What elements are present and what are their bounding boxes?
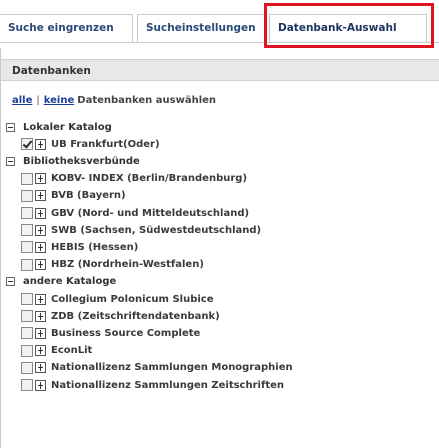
group-row: Bibliotheksverbünde xyxy=(6,153,140,169)
info-icon[interactable] xyxy=(35,310,46,322)
database-label: HEBIS (Hessen) xyxy=(51,241,139,253)
database-label: UB Frankfurt(Oder) xyxy=(51,138,160,150)
database-label: GBV (Nord- und Mitteldeutschland) xyxy=(51,207,250,219)
database-checkbox[interactable] xyxy=(21,361,33,374)
database-item: ZDB (Zeitschriftendatenbank) xyxy=(21,308,220,324)
panel-title: Datenbanken xyxy=(1,59,439,81)
separator: | xyxy=(36,95,40,106)
info-icon[interactable] xyxy=(35,345,46,357)
database-item: KOBV- INDEX (Berlin/Brandenburg) xyxy=(21,171,247,187)
database-label: Nationallizenz Sammlungen Zeitschriften xyxy=(51,379,284,391)
info-icon[interactable] xyxy=(35,259,46,271)
collapse-icon[interactable] xyxy=(6,156,15,166)
database-item: GBV (Nord- und Mitteldeutschland) xyxy=(21,205,249,221)
select-text: Datenbanken auswählen xyxy=(77,95,217,106)
database-label: Nationallizenz Sammlungen Monographien xyxy=(51,362,293,374)
select-none-link[interactable]: keine xyxy=(44,95,75,106)
database-label: BVB (Bayern) xyxy=(51,190,126,202)
database-label: SWB (Sachsen, Südwestdeutschland) xyxy=(51,224,262,236)
database-item: Nationallizenz Sammlungen Monographien xyxy=(21,360,293,376)
database-item: BVB (Bayern) xyxy=(21,188,126,204)
database-item: HBZ (Nordrhein-Westfalen) xyxy=(21,257,204,273)
database-item: Collegium Polonicum Slubice xyxy=(21,291,214,307)
info-icon[interactable] xyxy=(35,293,46,305)
group-label: andere Kataloge xyxy=(23,276,117,288)
database-item: SWB (Sachsen, Südwestdeutschland) xyxy=(21,222,261,238)
database-panel: Datenbanken alle | keine Datenbanken auswäh… xyxy=(0,48,439,448)
database-label: Business Source Complete xyxy=(51,327,201,339)
database-item: UB Frankfurt(Oder) xyxy=(21,136,160,152)
database-checkbox[interactable] xyxy=(21,224,33,237)
select-line: alle | keine Datenbanken auswählen xyxy=(12,95,216,106)
info-icon[interactable] xyxy=(35,327,46,339)
info-icon[interactable] xyxy=(35,173,46,185)
info-icon[interactable] xyxy=(35,207,46,219)
database-checkbox[interactable] xyxy=(21,310,33,323)
info-icon[interactable] xyxy=(35,379,46,391)
database-checkbox[interactable] xyxy=(21,172,33,185)
database-checkbox[interactable] xyxy=(21,258,33,271)
database-label: EconLit xyxy=(51,345,93,357)
database-item: Business Source Complete xyxy=(21,325,200,341)
database-checkbox[interactable] xyxy=(21,138,33,151)
group-row: andere Kataloge xyxy=(6,274,116,290)
database-label: KOBV- INDEX (Berlin/Brandenburg) xyxy=(51,173,248,185)
collapse-icon[interactable] xyxy=(6,122,15,132)
database-checkbox[interactable] xyxy=(21,241,33,254)
database-checkbox[interactable] xyxy=(21,379,33,391)
database-checkbox[interactable] xyxy=(21,327,33,340)
database-label: Collegium Polonicum Slubice xyxy=(51,293,214,305)
database-checkbox[interactable] xyxy=(21,344,33,357)
database-label: HBZ (Nordrhein-Westfalen) xyxy=(51,259,204,271)
tab-sucheinstellungen[interactable]: Sucheinstellungen xyxy=(137,14,265,42)
tab-bar: Suche eingrenzen Sucheinstellungen Daten… xyxy=(0,0,439,48)
group-row: Lokaler Katalog xyxy=(6,119,112,135)
database-checkbox[interactable] xyxy=(21,189,33,202)
info-icon[interactable] xyxy=(35,138,46,150)
database-item: Nationallizenz Sammlungen Zeitschriften xyxy=(21,377,284,393)
group-label: Lokaler Katalog xyxy=(23,121,112,133)
collapse-icon[interactable] xyxy=(6,277,15,287)
database-label: ZDB (Zeitschriftendatenbank) xyxy=(51,310,220,322)
tab-suche-eingrenzen[interactable]: Suche eingrenzen xyxy=(0,14,133,42)
database-item: HEBIS (Hessen) xyxy=(21,239,138,255)
info-icon[interactable] xyxy=(35,362,46,374)
database-checkbox[interactable] xyxy=(21,293,33,305)
database-item: EconLit xyxy=(21,343,92,359)
info-icon[interactable] xyxy=(35,190,46,202)
database-checkbox[interactable] xyxy=(21,207,33,219)
select-all-link[interactable]: alle xyxy=(12,95,32,106)
group-label: Bibliotheksverbünde xyxy=(23,155,140,167)
info-icon[interactable] xyxy=(35,224,46,236)
highlight-frame xyxy=(264,3,434,48)
info-icon[interactable] xyxy=(35,241,46,253)
